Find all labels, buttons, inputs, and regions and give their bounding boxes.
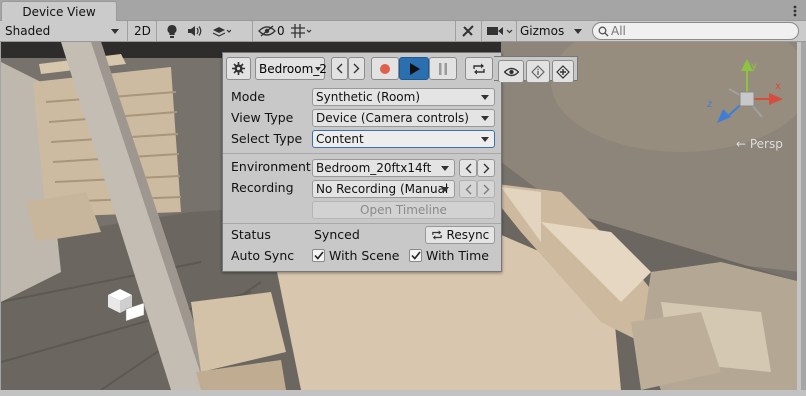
shading-mode-dropdown[interactable]: Shaded [5, 21, 123, 41]
panel-body: Mode Synthetic (Room) View Type Device (… [222, 82, 502, 272]
resync-label: Resync [446, 228, 490, 242]
chevron-down-icon [315, 67, 321, 71]
move-icon [556, 64, 570, 79]
chevron-down-icon [481, 137, 489, 142]
shading-mode-label: Shaded [5, 24, 51, 38]
divider [223, 223, 501, 224]
auto-sync-label: Auto Sync [231, 248, 295, 263]
orientation-gizmo[interactable]: x y z [707, 59, 787, 139]
tab-bar: Device View [0, 0, 806, 22]
recording-value: No Recording (Manual [316, 182, 449, 196]
chevron-right-icon [353, 63, 360, 74]
camera-object-icon[interactable] [104, 285, 152, 323]
environment-label: Environment [231, 159, 311, 174]
chevron-right-icon [483, 163, 489, 173]
open-timeline-button[interactable]: Open Timeline [312, 201, 495, 219]
gizmos-label: Gizmos [520, 24, 565, 38]
effects-toggle-icon[interactable] [210, 22, 232, 40]
with-time-label: With Time [426, 248, 489, 263]
info-icon [531, 64, 545, 79]
mode-label: Mode [231, 89, 266, 104]
chevron-down-icon [441, 187, 449, 192]
play-icon [409, 62, 420, 75]
panel-toolbar-extension [494, 56, 578, 83]
gizmos-dropdown[interactable]: Gizmos [520, 21, 586, 41]
window-menu-icon[interactable] [793, 5, 797, 17]
pause-button[interactable] [429, 57, 457, 80]
add-anchor-button[interactable] [552, 60, 574, 83]
device-view-window: Device View Shaded 2D 0 Gizmos All x y z… [0, 0, 806, 396]
next-environment-button[interactable] [348, 57, 365, 80]
scene-right-border [797, 42, 801, 390]
chevron-left-icon [465, 184, 471, 194]
mode-value: Synthetic (Room) [316, 90, 421, 104]
view-type-value: Device (Camera controls) [316, 111, 469, 125]
gear-icon [232, 62, 245, 75]
previous-environment-button[interactable] [331, 57, 348, 80]
resync-button[interactable]: Resync [425, 226, 495, 244]
select-type-value: Content [316, 132, 364, 146]
loop-icon [473, 63, 485, 74]
record-icon [380, 63, 390, 74]
search-icon [598, 26, 609, 37]
chevron-left-icon [465, 163, 471, 173]
eye-icon [503, 67, 519, 76]
loop-icon [431, 230, 442, 240]
checkmark-icon [313, 251, 324, 260]
search-placeholder: All [611, 24, 626, 38]
recording-label: Recording [231, 180, 294, 195]
view-type-label: View Type [231, 110, 294, 125]
tab-device-view[interactable]: Device View [1, 1, 117, 22]
scene-visibility-icon[interactable] [258, 22, 276, 40]
environment-dropdown[interactable]: Bedroom_2 [255, 57, 327, 80]
svg-text:x: x [775, 81, 781, 92]
persp-label[interactable]: ← Persp [736, 137, 783, 151]
lighting-toggle-icon[interactable] [164, 22, 180, 40]
with-scene-checkbox[interactable] [312, 249, 325, 262]
select-type-dropdown[interactable]: Content [312, 130, 495, 148]
chevron-down-icon [481, 95, 489, 100]
with-scene-label: With Scene [329, 248, 400, 263]
search-input[interactable]: All [592, 22, 799, 40]
play-button[interactable] [399, 57, 429, 80]
chevron-left-icon [336, 63, 343, 74]
svg-text:z: z [707, 99, 712, 110]
loop-button[interactable] [465, 57, 493, 80]
environment-next-button[interactable] [477, 159, 495, 177]
hidden-objects-count: 0 [277, 24, 285, 38]
record-button[interactable] [371, 57, 399, 80]
svg-text:y: y [751, 61, 757, 72]
chevron-down-icon [481, 116, 489, 121]
grid-toggle-icon[interactable] [290, 22, 314, 40]
with-time-checkbox[interactable] [409, 249, 422, 262]
environment-previous-button[interactable] [459, 159, 477, 177]
audio-toggle-icon[interactable] [186, 22, 204, 40]
recording-previous-button[interactable] [459, 180, 477, 198]
chevron-down-icon [111, 29, 119, 34]
status-value: Synced [314, 227, 360, 242]
divider [223, 153, 501, 154]
recording-next-button[interactable] [477, 180, 495, 198]
bottom-border [0, 390, 806, 396]
eye-button[interactable] [498, 60, 524, 83]
scene-toolbar: Shaded 2D 0 Gizmos All [0, 21, 806, 42]
select-type-label: Select Type [231, 131, 303, 146]
chevron-down-icon [574, 29, 582, 34]
status-label: Status [231, 227, 271, 242]
camera-settings-icon[interactable] [486, 22, 514, 40]
info-button[interactable] [526, 60, 550, 83]
pause-icon [439, 62, 447, 75]
recording-dropdown[interactable]: No Recording (Manual [312, 180, 455, 198]
settings-button[interactable] [226, 57, 251, 80]
2d-toggle-button[interactable]: 2D [134, 21, 151, 41]
chevron-right-icon [483, 184, 489, 194]
chevron-down-icon [441, 166, 449, 171]
checkmark-icon [410, 251, 421, 260]
view-type-dropdown[interactable]: Device (Camera controls) [312, 109, 495, 127]
tools-icon[interactable] [460, 22, 476, 40]
environment-value: Bedroom_20ftx14ft [316, 161, 432, 175]
environment-select-dropdown[interactable]: Bedroom_20ftx14ft [312, 159, 455, 177]
mode-dropdown[interactable]: Synthetic (Room) [312, 88, 495, 106]
